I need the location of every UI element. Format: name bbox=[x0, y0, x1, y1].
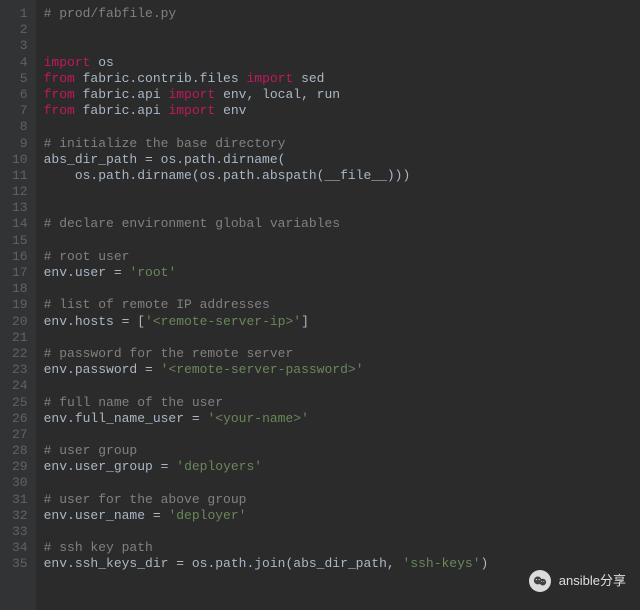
line-number: 10 bbox=[12, 152, 28, 168]
line-number: 3 bbox=[12, 38, 28, 54]
code-editor[interactable]: 1234567891011121314151617181920212223242… bbox=[0, 0, 640, 610]
code-line bbox=[44, 38, 640, 54]
line-number: 29 bbox=[12, 459, 28, 475]
line-number: 18 bbox=[12, 281, 28, 297]
line-number: 22 bbox=[12, 346, 28, 362]
line-number: 25 bbox=[12, 395, 28, 411]
code-line: # full name of the user bbox=[44, 395, 640, 411]
code-line: env.full_name_user = '<your-name>' bbox=[44, 411, 640, 427]
line-number: 32 bbox=[12, 508, 28, 524]
code-line: # user for the above group bbox=[44, 492, 640, 508]
code-line: # prod/fabfile.py bbox=[44, 6, 640, 22]
code-line bbox=[44, 378, 640, 394]
line-number-gutter: 1234567891011121314151617181920212223242… bbox=[0, 0, 36, 610]
line-number: 16 bbox=[12, 249, 28, 265]
code-line bbox=[44, 22, 640, 38]
line-number: 1 bbox=[12, 6, 28, 22]
line-number: 20 bbox=[12, 314, 28, 330]
code-line bbox=[44, 427, 640, 443]
code-line bbox=[44, 119, 640, 135]
line-number: 5 bbox=[12, 71, 28, 87]
code-line: env.user = 'root' bbox=[44, 265, 640, 281]
line-number: 17 bbox=[12, 265, 28, 281]
line-number: 26 bbox=[12, 411, 28, 427]
line-number: 30 bbox=[12, 475, 28, 491]
code-line bbox=[44, 200, 640, 216]
line-number: 4 bbox=[12, 55, 28, 71]
code-line: os.path.dirname(os.path.abspath(__file__… bbox=[44, 168, 640, 184]
line-number: 7 bbox=[12, 103, 28, 119]
code-area[interactable]: # prod/fabfile.py import os from fabric.… bbox=[36, 0, 640, 610]
line-number: 14 bbox=[12, 216, 28, 232]
line-number: 28 bbox=[12, 443, 28, 459]
line-number: 15 bbox=[12, 233, 28, 249]
line-number: 13 bbox=[12, 200, 28, 216]
line-number: 21 bbox=[12, 330, 28, 346]
code-line: abs_dir_path = os.path.dirname( bbox=[44, 152, 640, 168]
line-number: 11 bbox=[12, 168, 28, 184]
code-line bbox=[44, 233, 640, 249]
line-number: 9 bbox=[12, 136, 28, 152]
code-line: # password for the remote server bbox=[44, 346, 640, 362]
code-line bbox=[44, 184, 640, 200]
line-number: 24 bbox=[12, 378, 28, 394]
line-number: 12 bbox=[12, 184, 28, 200]
code-line bbox=[44, 524, 640, 540]
code-line: # declare environment global variables bbox=[44, 216, 640, 232]
code-line bbox=[44, 330, 640, 346]
code-line: import os bbox=[44, 55, 640, 71]
line-number: 19 bbox=[12, 297, 28, 313]
code-line: from fabric.api import env bbox=[44, 103, 640, 119]
line-number: 23 bbox=[12, 362, 28, 378]
line-number: 2 bbox=[12, 22, 28, 38]
line-number: 34 bbox=[12, 540, 28, 556]
code-line: env.hosts = ['<remote-server-ip>'] bbox=[44, 314, 640, 330]
code-line: # list of remote IP addresses bbox=[44, 297, 640, 313]
line-number: 33 bbox=[12, 524, 28, 540]
line-number: 35 bbox=[12, 556, 28, 572]
line-number: 6 bbox=[12, 87, 28, 103]
code-line: env.password = '<remote-server-password>… bbox=[44, 362, 640, 378]
code-line bbox=[44, 281, 640, 297]
wechat-icon bbox=[529, 570, 551, 592]
line-number: 31 bbox=[12, 492, 28, 508]
line-number: 8 bbox=[12, 119, 28, 135]
code-line: env.user_name = 'deployer' bbox=[44, 508, 640, 524]
code-line: env.user_group = 'deployers' bbox=[44, 459, 640, 475]
code-line: from fabric.contrib.files import sed bbox=[44, 71, 640, 87]
code-line: # user group bbox=[44, 443, 640, 459]
code-line: # root user bbox=[44, 249, 640, 265]
watermark-text: ansible分享 bbox=[559, 573, 626, 589]
line-number: 27 bbox=[12, 427, 28, 443]
code-line: # initialize the base directory bbox=[44, 136, 640, 152]
code-line bbox=[44, 475, 640, 491]
code-line: # ssh key path bbox=[44, 540, 640, 556]
code-line: from fabric.api import env, local, run bbox=[44, 87, 640, 103]
watermark: ansible分享 bbox=[529, 570, 626, 592]
